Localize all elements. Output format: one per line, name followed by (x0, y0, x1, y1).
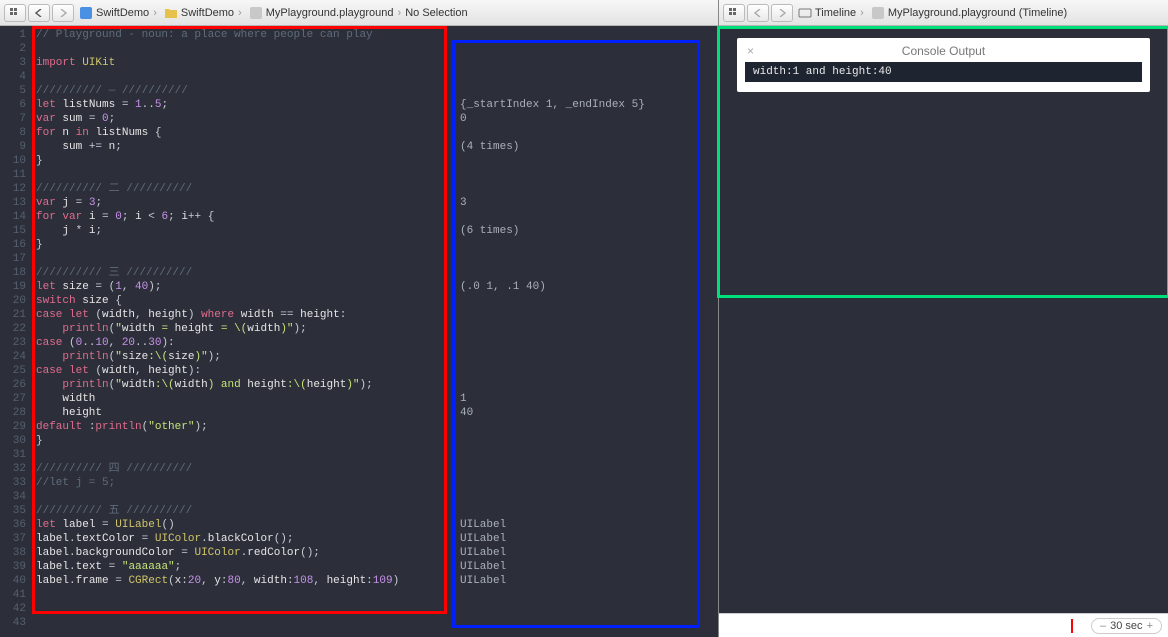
related-items-icon[interactable] (723, 4, 745, 22)
left-breadcrumb[interactable]: SwiftDemo› SwiftDemo› MyPlayground.playg… (76, 6, 468, 20)
console-title: × Console Output (745, 44, 1142, 62)
timeline-playhead[interactable] (1071, 619, 1073, 633)
right-toolbar: Timeline› MyPlayground.playground (Timel… (719, 0, 1168, 26)
minus-icon[interactable]: – (1100, 620, 1106, 632)
project-icon (79, 6, 93, 20)
back-button[interactable] (28, 4, 50, 22)
back-button[interactable] (747, 4, 769, 22)
console-panel: × Console Output width:1 and height:40 (737, 38, 1150, 92)
left-toolbar: SwiftDemo› SwiftDemo› MyPlayground.playg… (0, 0, 718, 26)
timeline-bar: – 30 sec + (719, 613, 1168, 637)
results-sidebar: {_startIndex 1, _endIndex 5}0(4 times)3(… (452, 26, 700, 632)
timeline-track[interactable] (725, 619, 1091, 633)
plus-icon[interactable]: + (1147, 620, 1153, 632)
forward-button[interactable] (52, 4, 74, 22)
timeline-body: × Console Output width:1 and height:40 (719, 26, 1168, 613)
timeline-duration[interactable]: – 30 sec + (1091, 618, 1162, 634)
folder-icon (164, 6, 178, 20)
playground-icon (871, 6, 885, 20)
close-icon[interactable]: × (747, 44, 754, 58)
right-breadcrumb[interactable]: Timeline› MyPlayground.playground (Timel… (795, 6, 1067, 20)
playground-icon (249, 6, 263, 20)
forward-button[interactable] (771, 4, 793, 22)
line-gutter: 1234567891011121314151617181920212223242… (0, 26, 32, 637)
timeline-icon (798, 6, 812, 20)
related-items-icon[interactable] (4, 4, 26, 22)
editor: 1234567891011121314151617181920212223242… (0, 26, 718, 637)
console-output: width:1 and height:40 (745, 62, 1142, 82)
right-pane: Timeline› MyPlayground.playground (Timel… (718, 0, 1168, 637)
left-pane: SwiftDemo› SwiftDemo› MyPlayground.playg… (0, 0, 718, 637)
